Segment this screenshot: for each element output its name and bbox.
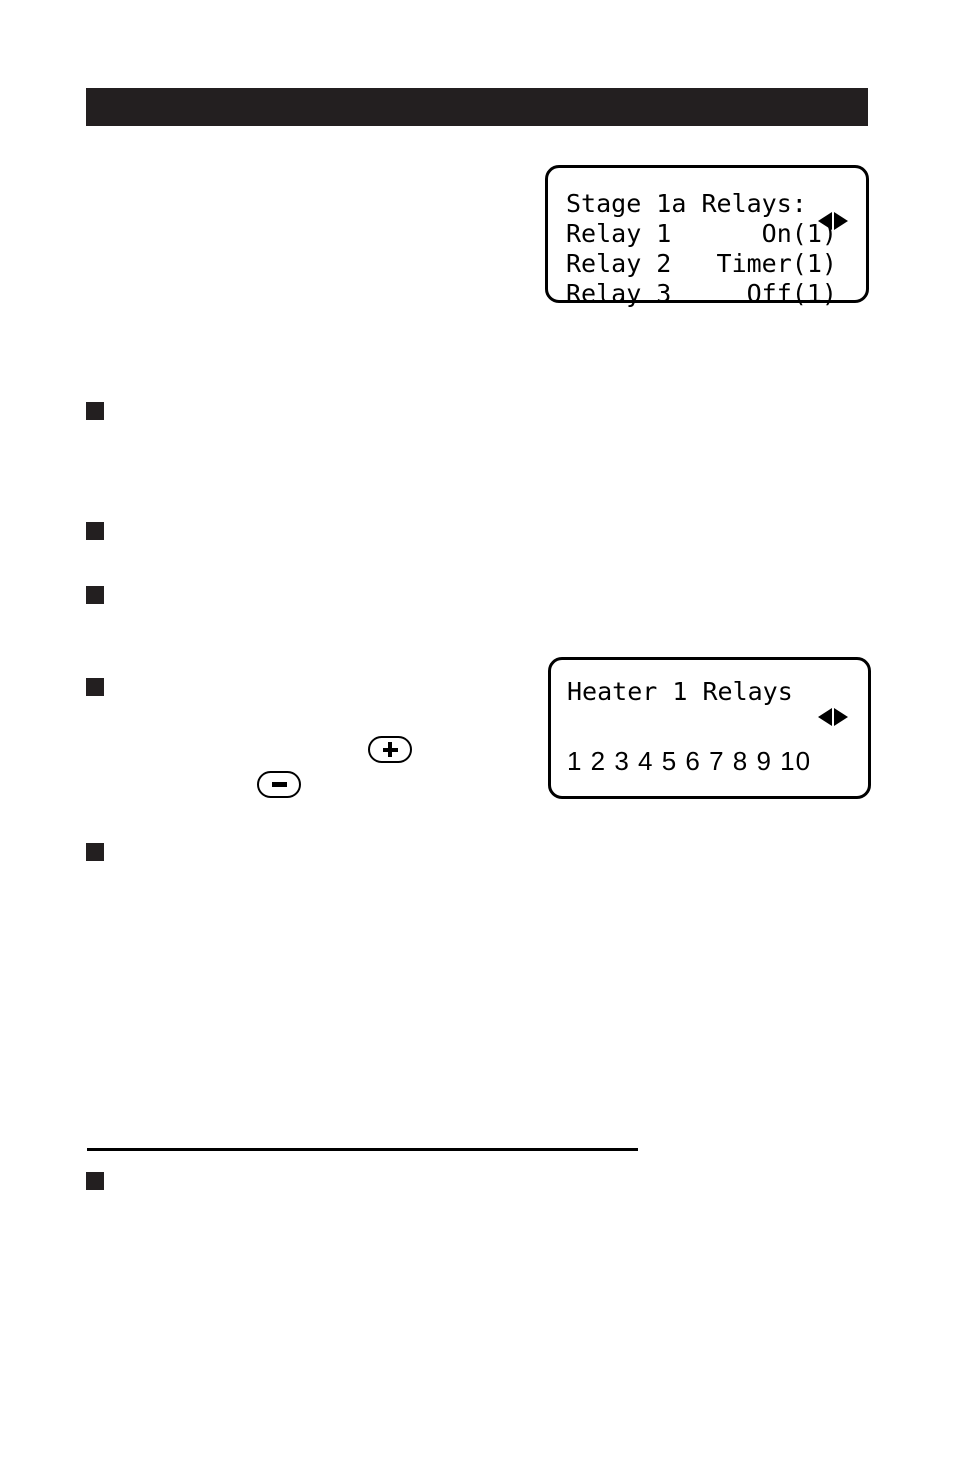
right-arrow-icon [834,212,848,230]
bullet-marker [86,843,104,861]
heater-1-relays-display: Heater 1 Relays 1 2 3 4 5 6 7 8 9 10 [548,657,871,799]
lcd-line-relay-1: Relay 1 On(1) [566,219,837,248]
lcd-relay-number-row: 1 2 3 4 5 6 7 8 9 10 [567,746,812,776]
bullet-marker [86,522,104,540]
plus-icon [382,742,398,757]
left-right-arrows-icon [818,708,848,726]
stage-1a-relays-display: Stage 1a Relays: Relay 1 On(1) Relay 2 T… [545,165,869,308]
horizontal-rule [87,1148,638,1151]
lcd-line-relay-2: Relay 2 Timer(1) [566,249,837,278]
manual-page: Stage 1a Relays: Relay 1 On(1) Relay 2 T… [0,0,954,1475]
section-header-bar [86,88,868,126]
left-right-arrows-icon [818,212,848,230]
bullet-marker [86,586,104,604]
plus-button[interactable] [368,736,412,763]
bullet-marker [86,678,104,696]
left-arrow-icon [818,212,832,230]
bullet-marker [86,1172,104,1190]
minus-button[interactable] [257,771,301,798]
right-arrow-icon [834,708,848,726]
minus-icon [271,782,287,787]
bullet-marker [86,402,104,420]
lcd-line-title: Stage 1a Relays: [566,189,807,218]
left-arrow-icon [818,708,832,726]
lcd-line-title: Heater 1 Relays [567,677,793,706]
lcd-line-relay-3: Relay 3 Off(1) [566,279,837,308]
